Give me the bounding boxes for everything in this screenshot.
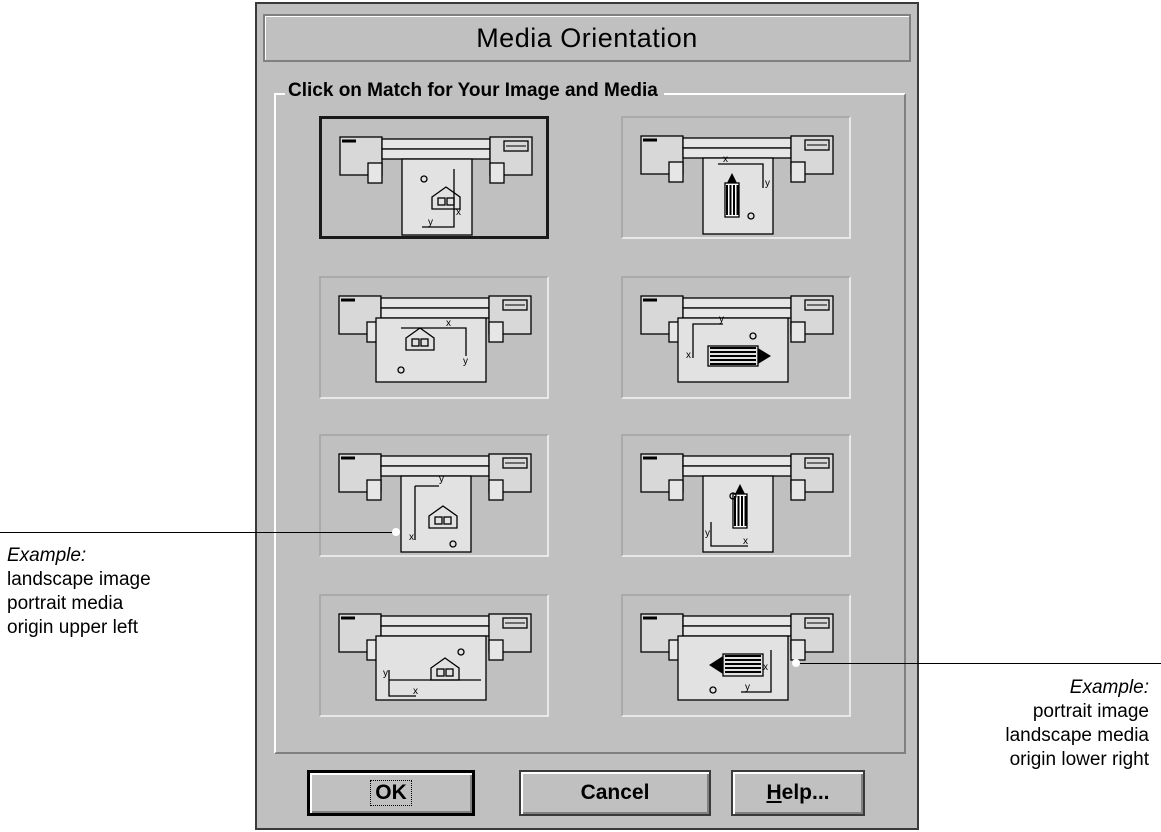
right-callout-line-1: portrait image: [1032, 701, 1149, 722]
orientation-option-7[interactable]: yx: [319, 594, 549, 717]
left-callout-heading: Example:: [7, 545, 87, 566]
orientation-option-8[interactable]: xy: [621, 594, 851, 717]
help-button[interactable]: Help...: [731, 770, 865, 816]
right-callout-line-3: origin lower right: [1009, 749, 1149, 770]
plotter-illustration: yx: [338, 613, 532, 701]
plotter-illustration: yx: [640, 453, 834, 553]
axis-label: y: [745, 682, 750, 693]
axis-label: y: [463, 356, 468, 367]
right-callout-line: [796, 663, 1161, 664]
plotter-illustration: xy: [640, 613, 834, 701]
axis-label: y: [383, 668, 388, 679]
plotter-icon: [640, 295, 834, 383]
orientation-option-5[interactable]: yx: [319, 434, 549, 557]
help-button-label: Help...: [766, 781, 830, 804]
right-callout-heading: Example:: [1069, 677, 1149, 698]
orientation-option-6[interactable]: yx: [621, 434, 851, 557]
right-callout-text: Example: portrait image landscape media …: [1005, 676, 1149, 772]
axis-label: y: [765, 178, 770, 189]
plotter-icon: [338, 613, 532, 701]
axis-label: x: [763, 662, 768, 673]
axis-label: x: [743, 536, 748, 547]
axis-label: y: [705, 528, 710, 539]
left-callout-line-2: portrait media: [7, 593, 124, 614]
left-callout-line-3: origin upper left: [7, 617, 138, 638]
axis-label: y: [428, 217, 433, 228]
media-orientation-dialog: Media Orientation Click on Match for You…: [255, 2, 919, 830]
ok-button-label: OK: [370, 780, 412, 806]
groupbox-label: Click on Match for Your Image and Media: [285, 80, 664, 102]
ok-button[interactable]: OK: [307, 770, 475, 816]
plotter-icon: [339, 136, 533, 236]
axis-label: y: [719, 314, 724, 325]
dialog-title: Media Orientation: [263, 14, 911, 62]
left-callout-line-1: landscape image: [7, 569, 151, 590]
plotter-illustration: yx: [640, 295, 834, 383]
axis-label: x: [413, 686, 418, 697]
axis-label: x: [446, 318, 451, 329]
axis-label: x: [456, 207, 461, 218]
axis-label: x: [723, 154, 728, 165]
right-callout-line-2: landscape media: [1005, 725, 1149, 746]
orientation-option-2[interactable]: xy: [621, 116, 851, 239]
axis-label: x: [409, 532, 414, 543]
left-callout-dot: [392, 528, 400, 536]
plotter-icon: [338, 453, 532, 553]
plotter-illustration: xy: [338, 295, 532, 383]
axis-label: y: [439, 474, 444, 485]
plotter-illustration: yx: [338, 453, 532, 553]
plotter-illustration: xy: [339, 136, 533, 236]
plotter-illustration: xy: [640, 135, 834, 235]
orientation-option-3[interactable]: xy: [319, 276, 549, 399]
axis-label: x: [686, 350, 691, 361]
left-callout-line: [0, 532, 396, 533]
orientation-option-4[interactable]: yx: [621, 276, 851, 399]
cancel-button-label: Cancel: [580, 781, 650, 804]
right-callout-dot: [792, 659, 800, 667]
left-callout-text: Example: landscape image portrait media …: [7, 544, 151, 640]
cancel-button[interactable]: Cancel: [519, 770, 711, 816]
plotter-icon: [338, 295, 532, 383]
orientation-option-1[interactable]: xy: [319, 116, 549, 239]
